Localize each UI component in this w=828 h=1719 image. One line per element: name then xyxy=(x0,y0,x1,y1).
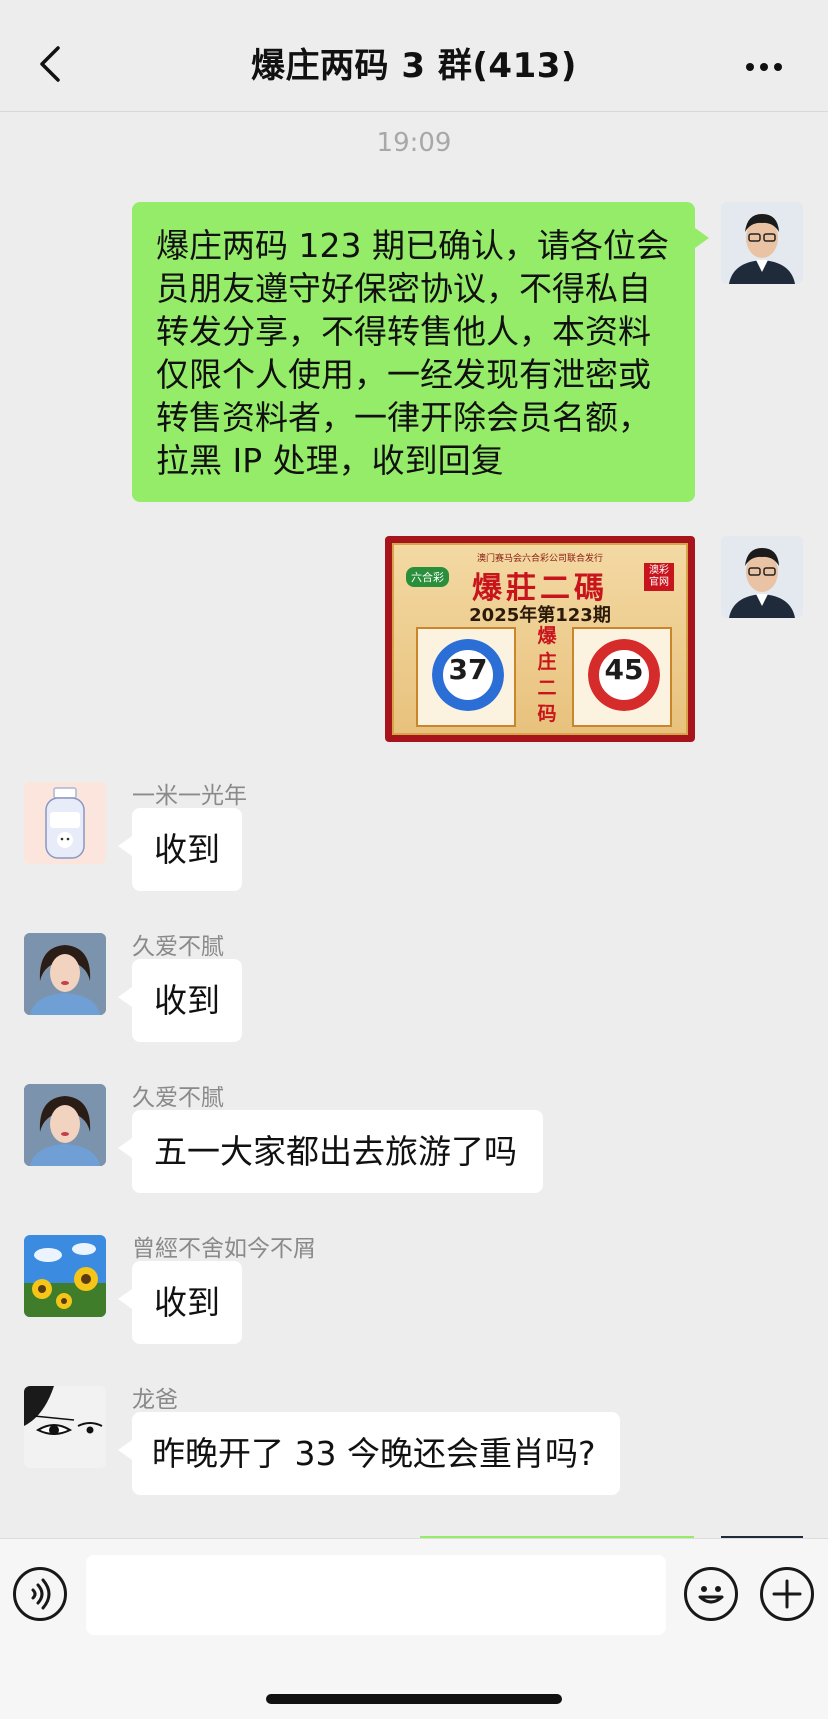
message-text: 收到 xyxy=(154,981,220,1020)
ball-number: 37 xyxy=(448,653,488,686)
chat-header: 爆庄两码 3 群(413) xyxy=(0,0,828,112)
outgoing-message-bubble[interactable]: 爆庄两码 123 期已确认，请各位会 员朋友遵守好保密协议，不得私自 转发分享，… xyxy=(132,202,709,502)
incoming-message-bubble[interactable]: 收到 xyxy=(118,808,242,891)
incoming-message-bubble[interactable]: 五一大家都出去旅游了吗 xyxy=(118,1110,543,1193)
message-text: 收到 xyxy=(154,830,220,869)
emoji-icon[interactable] xyxy=(684,1567,738,1621)
lottery-ball: 45 xyxy=(588,639,660,711)
sender-name: 曾經不舍如今不屑 xyxy=(132,1236,316,1262)
lottery-ball: 37 xyxy=(432,639,504,711)
ball-card: 37 xyxy=(416,627,516,727)
ellipsis-icon[interactable] xyxy=(744,52,784,82)
home-indicator xyxy=(266,1694,562,1704)
chat-title: 爆庄两码 3 群(413) xyxy=(251,46,577,86)
avatar[interactable] xyxy=(721,202,803,284)
incoming-message-bubble[interactable]: 昨晚开了 33 今晚还会重肖吗? xyxy=(118,1412,620,1495)
message-text: 收到 xyxy=(154,1283,220,1322)
official-badge: 澳彩官网 xyxy=(644,563,674,591)
message-line: 爆庄两码 123 期已确认，请各位会 xyxy=(156,226,669,265)
voice-icon[interactable] xyxy=(13,1567,67,1621)
sender-name: 一米一光年 xyxy=(132,783,247,809)
incoming-message-bubble[interactable]: 收到 xyxy=(118,1261,242,1344)
plus-icon[interactable] xyxy=(760,1567,814,1621)
incoming-message-bubble[interactable]: 收到 xyxy=(118,959,242,1042)
sender-name: 久爱不腻 xyxy=(132,1085,224,1111)
ball-number: 45 xyxy=(604,653,644,686)
lottery-card: 澳门赛马会六合彩公司联合发行 六合彩 爆莊二碼 澳彩官网 2025年第123期 … xyxy=(392,543,688,735)
sender-name: 久爱不腻 xyxy=(132,934,224,960)
lottery-middle-text: 爆庄二码 xyxy=(537,625,557,725)
input-bar xyxy=(0,1538,828,1719)
message-line: 拉黑 IP 处理，收到回复 xyxy=(156,441,504,480)
message-line: 仅限个人使用，一经发现有泄密或 xyxy=(156,355,651,394)
sender-name: 龙爸 xyxy=(132,1387,178,1413)
ball-card: 45 xyxy=(572,627,672,727)
message-input[interactable] xyxy=(86,1555,666,1635)
message-text: 昨晚开了 33 今晚还会重肖吗? xyxy=(152,1434,596,1473)
avatar[interactable] xyxy=(24,782,106,864)
message-line: 转售资料者，一律开除会员名额， xyxy=(156,398,651,437)
timestamp: 19:09 xyxy=(376,128,452,158)
avatar[interactable] xyxy=(24,1084,106,1166)
avatar[interactable] xyxy=(24,933,106,1015)
avatar[interactable] xyxy=(721,536,803,618)
lottery-image-message[interactable]: 澳门赛马会六合彩公司联合发行 六合彩 爆莊二碼 澳彩官网 2025年第123期 … xyxy=(385,536,695,742)
avatar[interactable] xyxy=(24,1386,106,1468)
avatar[interactable] xyxy=(24,1235,106,1317)
message-text: 五一大家都出去旅游了吗 xyxy=(154,1132,517,1171)
message-line: 转发分享，不得转售他人，本资料 xyxy=(156,312,651,351)
message-line: 员朋友遵守好保密协议，不得私自 xyxy=(156,269,651,308)
